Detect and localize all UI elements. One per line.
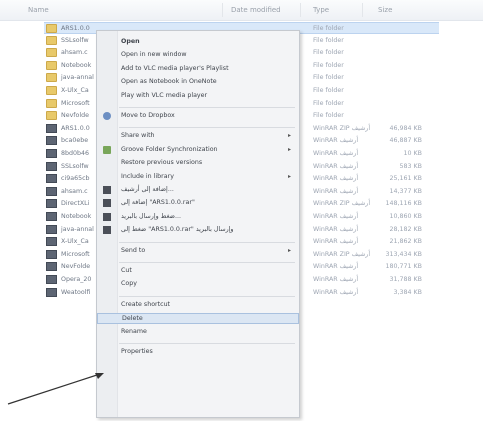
annotation-arrow: [7, 373, 104, 405]
